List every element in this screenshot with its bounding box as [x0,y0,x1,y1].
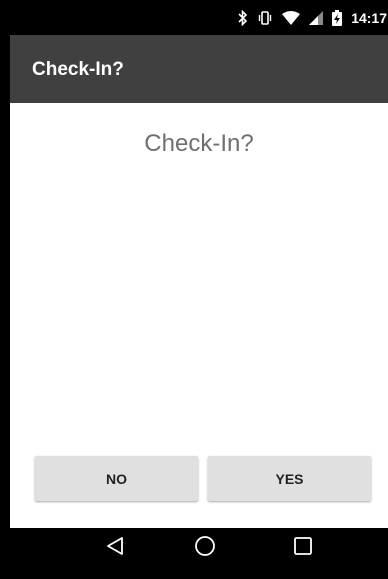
no-button[interactable]: NO [35,456,198,501]
action-bar-title: Check-In? [32,59,124,80]
recents-button[interactable] [273,528,333,569]
home-icon [194,535,216,562]
dialog-message: Check-In? [144,130,254,157]
recents-icon [293,536,313,561]
status-bar: 14:17 [10,0,388,35]
bluetooth-icon [238,9,248,26]
signal-icon [309,10,324,25]
device-frame: 14:17 Check-In? Check-In? NO YES [0,0,388,579]
navigation-bar [10,528,388,569]
vibrate-icon [257,10,273,26]
back-button[interactable] [85,528,145,569]
battery-charging-icon [332,9,343,26]
yes-button[interactable]: YES [208,456,371,501]
action-bar: Check-In? [10,35,388,103]
screen: 14:17 Check-In? Check-In? NO YES [10,0,388,569]
status-icons: 14:17 [238,0,388,35]
status-clock: 14:17 [351,9,387,26]
wifi-icon [282,10,301,25]
back-icon [106,536,124,561]
home-button[interactable] [175,528,235,569]
